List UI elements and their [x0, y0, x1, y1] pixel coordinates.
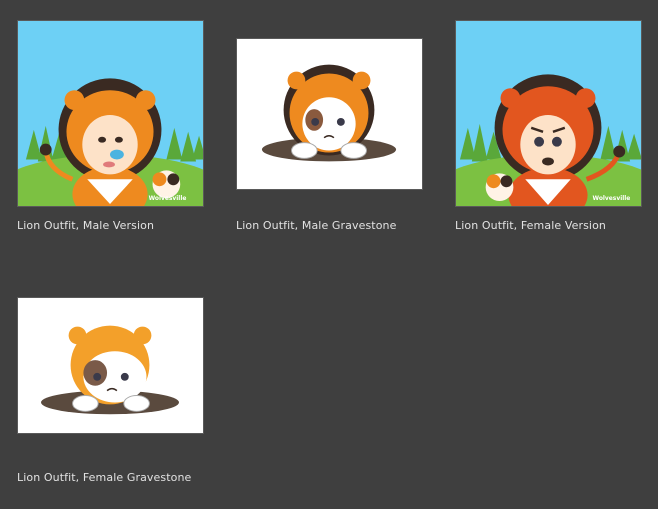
lion-male-gravestone-icon[interactable] [236, 38, 423, 190]
caption-male-gravestone: Lion Outfit, Male Gravestone [236, 219, 397, 232]
caption-female-version: Lion Outfit, Female Version [455, 219, 606, 232]
lion-female-gravestone-image [18, 298, 203, 433]
gallery-item-male-gravestone[interactable]: Lion Outfit, Male Gravestone [220, 0, 440, 250]
gallery-item-female-gravestone[interactable]: Lion Outfit, Female Gravestone [0, 290, 220, 500]
lion-male-gravestone-image [237, 39, 422, 189]
watermark-text: Wolvesville [593, 195, 631, 202]
caption-female-gravestone: Lion Outfit, Female Gravestone [17, 471, 192, 484]
gallery-item-male-version[interactable]: Wolvesville Lion Outfit, Male Version [0, 0, 220, 250]
lion-female-version-icon[interactable]: Wolvesville [455, 20, 642, 207]
lion-male-version-image: Wolvesville [18, 21, 203, 206]
lion-female-version-image: Wolvesville [456, 21, 641, 206]
caption-male-version: Lion Outfit, Male Version [17, 219, 155, 232]
image-gallery: Wolvesville Lion Outfit, Male Version Li… [0, 0, 658, 509]
gallery-item-female-version[interactable]: Wolvesville Lion Outfit, Female Version [440, 0, 658, 250]
watermark-text: Wolvesville [149, 195, 187, 202]
lion-male-version-icon[interactable]: Wolvesville [17, 20, 204, 207]
lion-female-gravestone-icon[interactable] [17, 297, 204, 434]
